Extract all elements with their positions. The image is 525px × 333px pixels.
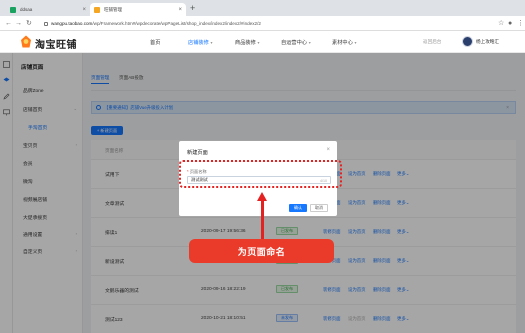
browser-tabbar: ddsaa × 旺铺管理 × + <box>0 0 525 16</box>
close-icon[interactable]: × <box>326 147 330 153</box>
nav-label: 自运营中心 <box>281 40 307 46</box>
close-tab-icon[interactable]: × <box>178 7 182 13</box>
lock-icon <box>44 21 48 26</box>
annotation-callout: 为页面命名 <box>189 239 334 263</box>
browser-tab-title: 旺铺管理 <box>104 6 122 12</box>
nav-item-decorate[interactable]: 商品装修▼ <box>235 39 260 46</box>
app-header: 淘宝旺铺 首页 店铺装修▼ 商品装修▼ 自运营中心▼ 素材中心▼ 返回后台 杨上… <box>0 31 525 53</box>
nav-label: 商品装修 <box>235 40 256 46</box>
cancel-button[interactable]: 取消 <box>310 204 328 212</box>
chevron-down-icon: ▼ <box>353 41 358 45</box>
profile-icon[interactable]: ● <box>508 19 512 28</box>
avatar[interactable] <box>462 36 473 47</box>
chevron-down-icon: ▼ <box>209 41 214 45</box>
chevron-down-icon: ▼ <box>256 41 261 45</box>
nav-home[interactable]: 首页 <box>150 39 160 46</box>
browser-tab-title: ddsaa <box>20 7 33 12</box>
reload-icon[interactable]: ↻ <box>26 19 32 28</box>
star-icon[interactable]: ☆ <box>498 19 504 28</box>
url-host: wangpu.taobao.com <box>51 21 93 26</box>
favicon-icon <box>10 6 16 13</box>
taobao-logo-icon <box>21 35 31 48</box>
nav-label: 店铺装修 <box>188 40 209 46</box>
chevron-down-icon: ▼ <box>307 41 312 45</box>
back-arrow-icon[interactable]: ← <box>5 19 12 28</box>
annotation-highlight <box>179 160 342 188</box>
nav-label: 素材中心 <box>332 40 353 46</box>
browser-tab-2[interactable]: 旺铺管理 × <box>90 3 186 16</box>
back-to-admin-link[interactable]: 返回后台 <box>423 39 441 45</box>
address-bar: ← → ↻ wangpu.taobao.com /wp/Framework.ht… <box>0 16 525 31</box>
confirm-button[interactable]: 确认 <box>289 204 307 212</box>
nav-shop-decorate[interactable]: 店铺装修▼ <box>188 39 213 46</box>
username[interactable]: 杨上攻略汇 <box>476 39 499 45</box>
nav-self-operation[interactable]: 自运营中心▼ <box>281 39 311 46</box>
browser-tab-1[interactable]: ddsaa × <box>6 3 90 16</box>
url-input[interactable]: wangpu.taobao.com /wp/Framework.htm#/wpd… <box>40 18 495 29</box>
dialog-title: 新建页面 <box>187 150 208 156</box>
logo-text: 淘宝旺铺 <box>35 40 77 51</box>
forward-arrow-icon[interactable]: → <box>15 19 22 28</box>
new-tab-button[interactable]: + <box>190 3 195 14</box>
favicon-icon <box>94 6 100 13</box>
menu-dots-icon[interactable]: ⋮ <box>517 19 524 28</box>
close-tab-icon[interactable]: × <box>82 7 86 13</box>
url-path: /wp/Framework.htm#/wpdecorate/wpPageList… <box>92 21 261 26</box>
arrow-up-icon <box>257 192 267 201</box>
nav-material-center[interactable]: 素材中心▼ <box>332 39 357 46</box>
